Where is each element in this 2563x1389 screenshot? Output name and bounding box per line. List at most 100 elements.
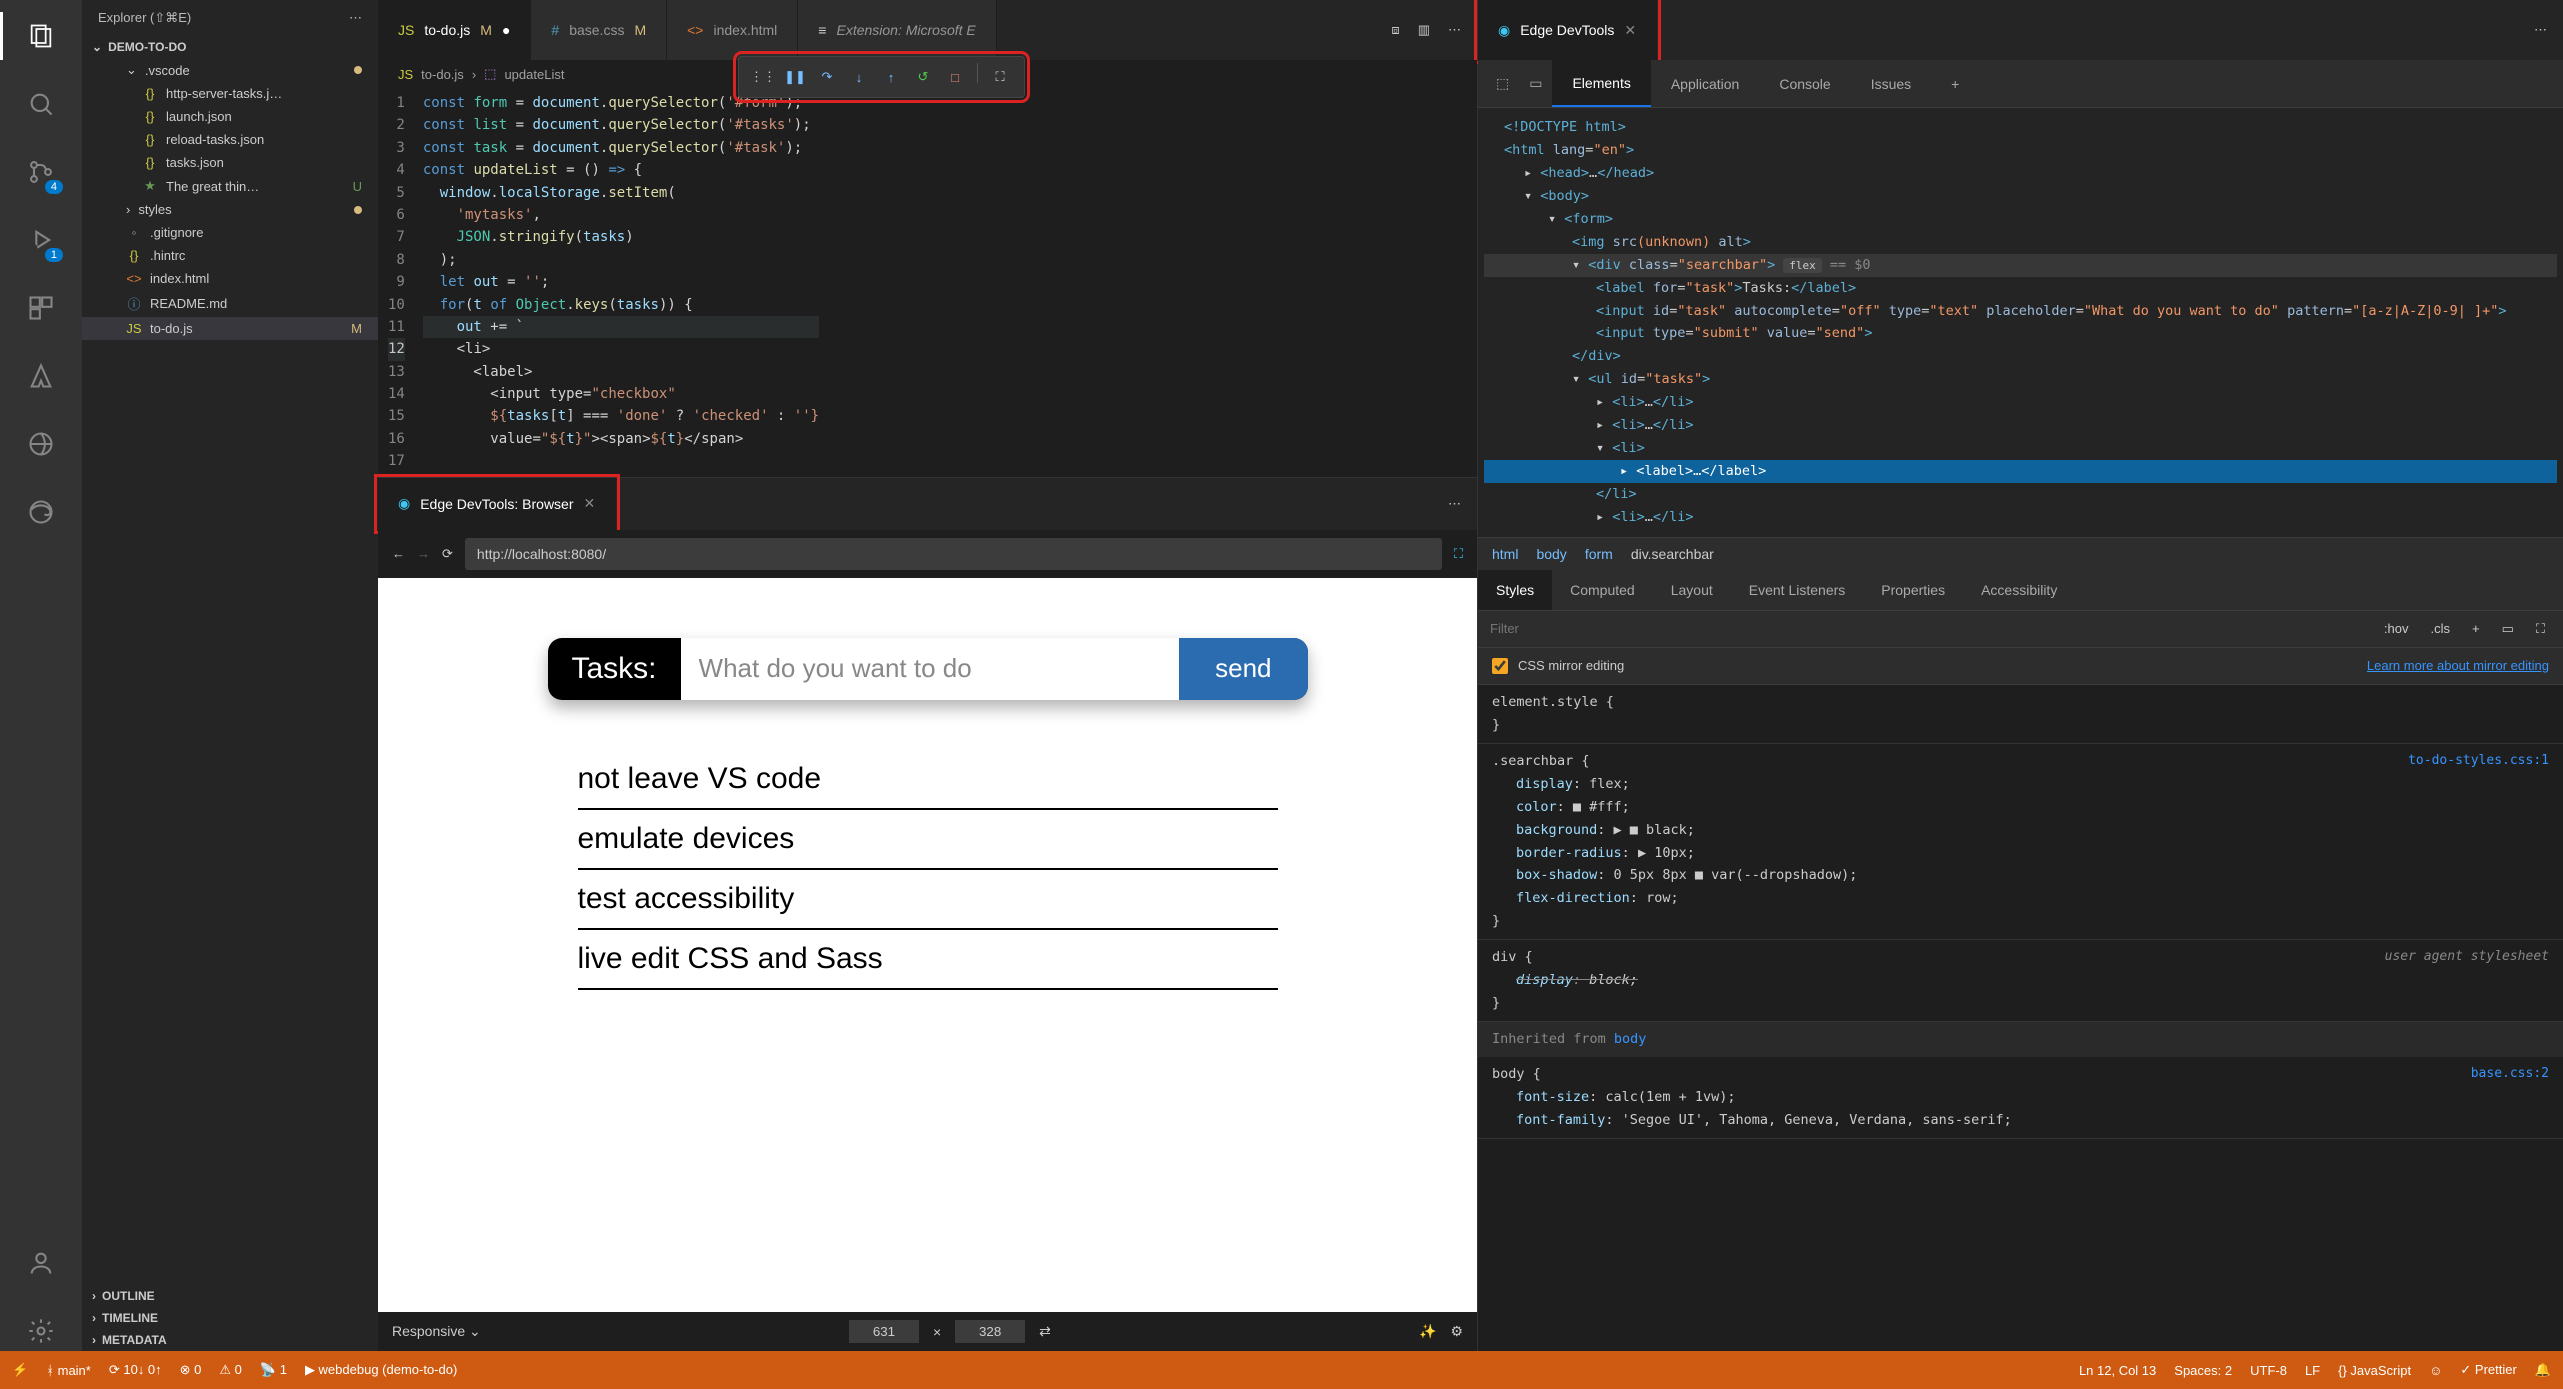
extensions-icon[interactable] xyxy=(21,288,61,328)
port[interactable]: 📡 1 xyxy=(260,1362,287,1378)
css-rule[interactable]: user agent stylesheetdiv {display: block… xyxy=(1478,940,2563,1022)
device-icon[interactable]: ▭ xyxy=(1519,60,1552,107)
azure-icon[interactable] xyxy=(21,356,61,396)
step-into-icon[interactable]: ↓ xyxy=(845,63,873,91)
back-icon[interactable]: ← xyxy=(392,546,405,561)
styles-pane[interactable]: element.style {}to-do-styles.css:1.searc… xyxy=(1478,685,2563,1351)
close-icon[interactable]: ✕ xyxy=(1624,22,1636,39)
account-icon[interactable] xyxy=(21,1243,61,1283)
compare-icon[interactable]: ⧈ xyxy=(1391,22,1399,38)
send-button[interactable]: send xyxy=(1179,638,1307,700)
css-rule[interactable]: to-do-styles.css:1.searchbar {display: f… xyxy=(1478,744,2563,941)
search-icon[interactable] xyxy=(21,84,61,124)
styles-tab-properties[interactable]: Properties xyxy=(1863,570,1963,610)
git-sync[interactable]: ⟳ 10↓ 0↑ xyxy=(109,1362,162,1378)
cls-toggle[interactable]: .cls xyxy=(2425,619,2457,638)
editor-tab[interactable]: JSto-do.jsM● xyxy=(378,0,531,60)
mirror-learn-link[interactable]: Learn more about mirror editing xyxy=(2367,658,2549,673)
crumb[interactable]: body xyxy=(1536,546,1566,562)
remote-icon[interactable] xyxy=(21,424,61,464)
tree-item[interactable]: {}tasks.json xyxy=(82,151,378,174)
language-mode[interactable]: {} JavaScript xyxy=(2338,1363,2411,1378)
browser-viewport[interactable]: Tasks: send not leave VS codeemulate dev… xyxy=(378,578,1477,1312)
responsive-dropdown[interactable]: Responsive ⌄ xyxy=(392,1323,481,1340)
styles-tab-accessibility[interactable]: Accessibility xyxy=(1963,570,2075,610)
step-over-icon[interactable]: ↷ xyxy=(813,63,841,91)
remote-indicator[interactable]: ⚡ xyxy=(12,1362,28,1378)
indent[interactable]: Spaces: 2 xyxy=(2174,1363,2232,1378)
tree-item[interactable]: ⓘREADME.md xyxy=(82,290,378,317)
metadata-section[interactable]: ›METADATA xyxy=(82,1329,378,1351)
mirror-checkbox[interactable] xyxy=(1492,658,1508,674)
add-tab-icon[interactable]: + xyxy=(1931,60,1979,107)
devtools-tab-application[interactable]: Application xyxy=(1651,60,1760,107)
hov-toggle[interactable]: :hov xyxy=(2378,619,2415,638)
devtools-icon[interactable]: ⛶ xyxy=(1454,546,1463,562)
breadcrumb[interactable]: JSto-do.js›⬚updateList ⋮⋮ ❚❚ ↷ ↓ ↑ ↺ □ ⛶ xyxy=(378,60,1477,88)
step-out-icon[interactable]: ↑ xyxy=(877,63,905,91)
more-icon[interactable]: ⋯ xyxy=(1448,496,1461,512)
task-item[interactable]: live edit CSS and Sass xyxy=(578,930,1278,990)
tree-item[interactable]: {}reload-tasks.json xyxy=(82,128,378,151)
filter-input[interactable] xyxy=(1490,621,2368,636)
source-link[interactable]: base.css:2 xyxy=(2471,1066,2549,1081)
crumb[interactable]: form xyxy=(1585,546,1613,562)
tree-item[interactable]: <>index.html xyxy=(82,267,378,290)
more-icon[interactable]: ⋯ xyxy=(349,10,362,26)
inspect-icon[interactable]: ⬚ xyxy=(1486,60,1519,107)
reload-icon[interactable]: ⟳ xyxy=(442,546,453,562)
css-rule[interactable]: base.css:2body {font-size: calc(1em + 1v… xyxy=(1478,1057,2563,1139)
new-rule-icon[interactable]: + xyxy=(2466,619,2486,638)
close-icon[interactable]: ✕ xyxy=(584,495,596,512)
forward-icon[interactable]: → xyxy=(417,546,430,561)
tree-item[interactable]: {}launch.json xyxy=(82,105,378,128)
folder-styles[interactable]: › styles xyxy=(82,198,378,221)
tree-item[interactable]: JSto-do.jsM xyxy=(82,317,378,340)
tab-edge-devtools[interactable]: ◉ Edge DevTools ✕ xyxy=(1478,0,1657,60)
source-control-icon[interactable]: 4 xyxy=(21,152,61,192)
task-item[interactable]: emulate devices xyxy=(578,810,1278,870)
dom-breadcrumb[interactable]: html body form div.searchbar xyxy=(1478,537,2563,570)
errors[interactable]: ⊗ 0 xyxy=(180,1362,202,1378)
pause-icon[interactable]: ❚❚ xyxy=(781,63,809,91)
prettier[interactable]: ✓ Prettier xyxy=(2460,1362,2516,1378)
drag-icon[interactable]: ⋮⋮ xyxy=(749,63,777,91)
devtools-tab-console[interactable]: Console xyxy=(1759,60,1850,107)
editor-tab[interactable]: #base.cssM xyxy=(531,0,667,60)
css-rule[interactable]: element.style {} xyxy=(1478,685,2563,744)
folder-vscode[interactable]: ⌄ .vscode xyxy=(82,58,378,82)
styles-tab-computed[interactable]: Computed xyxy=(1552,570,1653,610)
explorer-icon[interactable] xyxy=(21,16,61,56)
editor-tab[interactable]: <>index.html xyxy=(667,0,798,60)
encoding[interactable]: UTF-8 xyxy=(2250,1363,2287,1378)
styles-tab-layout[interactable]: Layout xyxy=(1653,570,1731,610)
tab-edge-browser[interactable]: ◉ Edge DevTools: Browser ✕ xyxy=(378,478,616,530)
crumb[interactable]: div.searchbar xyxy=(1631,546,1714,562)
screencast-icon[interactable]: ⛶ xyxy=(986,63,1014,91)
restart-icon[interactable]: ↺ xyxy=(909,63,937,91)
folder-root[interactable]: ⌄DEMO-TO-DO xyxy=(82,36,378,58)
magic-icon[interactable]: ✨ xyxy=(1419,1323,1436,1340)
editor-tab[interactable]: ≡Extension: Microsoft E xyxy=(798,0,996,60)
task-item[interactable]: test accessibility xyxy=(578,870,1278,930)
edge-icon[interactable] xyxy=(21,492,61,532)
crumb[interactable]: html xyxy=(1492,546,1518,562)
width-input[interactable] xyxy=(849,1320,919,1343)
url-input[interactable] xyxy=(465,538,1442,570)
outline-section[interactable]: ›OUTLINE xyxy=(82,1285,378,1307)
cursor-position[interactable]: Ln 12, Col 13 xyxy=(2079,1363,2156,1378)
settings-icon[interactable] xyxy=(21,1311,61,1351)
tree-item[interactable]: {}http-server-tasks.j… xyxy=(82,82,378,105)
git-branch[interactable]: ᚼ main* xyxy=(46,1363,91,1378)
computed-icon[interactable]: ▭ xyxy=(2496,619,2520,639)
debug-target[interactable]: ▶ webdebug (demo-to-do) xyxy=(305,1362,457,1378)
feedback-icon[interactable]: ☺ xyxy=(2429,1363,2442,1378)
more-icon[interactable]: ⛶ xyxy=(2530,619,2551,639)
notifications-icon[interactable]: 🔔 xyxy=(2535,1362,2551,1378)
devtools-tab-issues[interactable]: Issues xyxy=(1851,60,1931,107)
split-icon[interactable]: ▥ xyxy=(1418,22,1430,38)
styles-tab-event-listeners[interactable]: Event Listeners xyxy=(1731,570,1864,610)
task-input[interactable] xyxy=(681,638,1180,700)
tree-item[interactable]: ◦.gitignore xyxy=(82,221,378,244)
tree-item[interactable]: {}.hintrc xyxy=(82,244,378,267)
